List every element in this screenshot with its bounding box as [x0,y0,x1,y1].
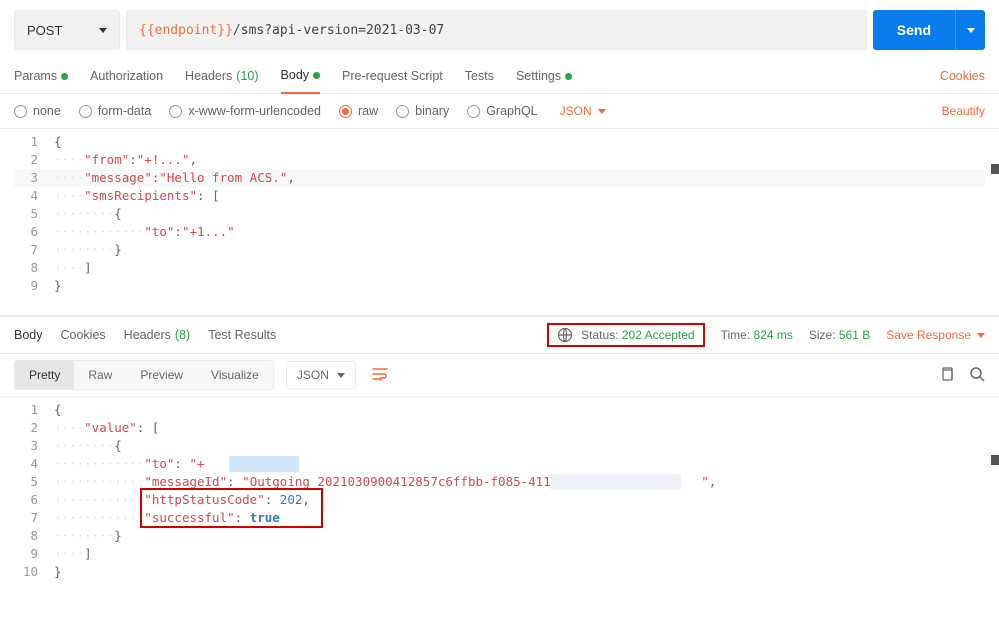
chevron-down-icon [337,373,345,378]
tab-authorization[interactable]: Authorization [90,69,163,93]
response-body-editor[interactable]: 1{ 2····"value": [ 3········{ 4·········… [0,397,999,595]
search-icon[interactable] [969,366,985,385]
radio-checked-icon [339,105,352,118]
send-dropdown[interactable] [955,10,985,50]
body-format-select[interactable]: JSON [560,104,606,118]
modified-dot-icon [61,73,68,80]
radio-icon [396,105,409,118]
radio-icon [467,105,480,118]
request-body-editor[interactable]: 1{ 2····"from":"+!...", 3····"message":"… [0,129,999,316]
response-tab-results[interactable]: Test Results [208,328,276,342]
save-response-button[interactable]: Save Response [886,328,985,342]
status-highlight-box: Status: 202 Accepted [547,323,704,347]
response-tab-headers[interactable]: Headers (8) [124,328,191,342]
radio-icon [79,105,92,118]
beautify-link[interactable]: Beautify [942,104,985,118]
url-path: /sms?api-version=2021-03-07 [233,23,444,38]
view-pretty[interactable]: Pretty [15,361,74,389]
url-input[interactable]: {{endpoint}}/sms?api-version=2021-03-07 [126,10,867,50]
chevron-down-icon [977,333,985,338]
response-view-tabs: Pretty Raw Preview Visualize [14,360,274,390]
tab-pre-request[interactable]: Pre-request Script [342,69,443,93]
chevron-down-icon [99,28,107,33]
response-tab-body[interactable]: Body [14,328,43,342]
status-value: 202 Accepted [622,328,695,342]
tab-tests[interactable]: Tests [465,69,494,93]
redacted-highlight [229,456,299,472]
url-variable: {{endpoint}} [139,23,233,38]
radio-icon [169,105,182,118]
http-method-value: POST [27,23,62,38]
view-visualize[interactable]: Visualize [197,361,273,389]
response-time: Time: 824 ms [721,328,793,342]
cookies-link[interactable]: Cookies [940,69,985,93]
response-tab-cookies[interactable]: Cookies [61,328,106,342]
radio-icon [14,105,27,118]
line-wrap-icon [372,367,388,381]
scrollbar-thumb[interactable] [991,455,999,465]
view-raw[interactable]: Raw [74,361,126,389]
tab-headers[interactable]: Headers (10) [185,69,258,93]
redacted-highlight [551,474,681,490]
scrollbar-thumb[interactable] [991,164,999,174]
chevron-down-icon [967,28,975,33]
tab-params[interactable]: Params [14,69,68,93]
response-size: Size: 561 B [809,328,870,342]
body-type-binary[interactable]: binary [396,104,449,118]
body-type-urlencoded[interactable]: x-www-form-urlencoded [169,104,321,118]
view-preview[interactable]: Preview [126,361,197,389]
http-method-select[interactable]: POST [14,10,120,50]
body-type-formdata[interactable]: form-data [79,104,152,118]
chevron-down-icon [598,109,606,114]
body-type-none[interactable]: none [14,104,61,118]
send-button[interactable]: Send [873,10,985,50]
globe-icon [557,327,573,343]
response-format-select[interactable]: JSON [286,361,356,389]
body-type-raw[interactable]: raw [339,104,378,118]
line-wrap-button[interactable] [364,361,396,390]
copy-icon[interactable] [939,366,955,385]
tab-settings[interactable]: Settings [516,69,572,93]
highlight-box [140,488,323,528]
tab-body[interactable]: Body [281,68,321,94]
body-type-graphql[interactable]: GraphQL [467,104,537,118]
modified-dot-icon [313,72,320,79]
modified-dot-icon [565,73,572,80]
